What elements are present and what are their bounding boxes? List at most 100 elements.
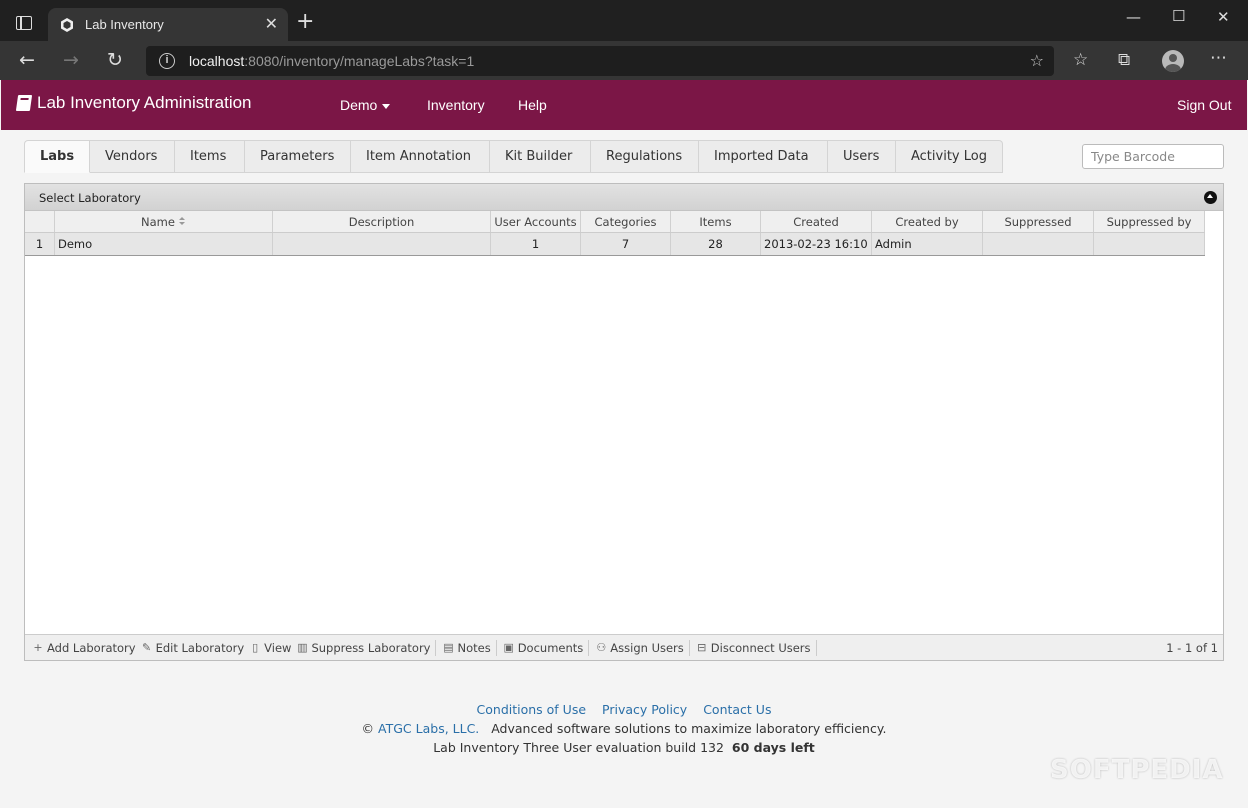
browser-tab-title: Lab Inventory [85, 17, 164, 32]
new-tab-icon[interactable]: + [296, 11, 314, 33]
window-close-icon[interactable]: ✕ [1217, 8, 1230, 26]
cell-user-accounts: 1 [491, 233, 581, 255]
copyright-symbol: © [361, 721, 375, 736]
tab-close-icon[interactable]: ✕ [265, 14, 278, 33]
collections-icon[interactable]: ⧉ [1118, 50, 1130, 70]
pager-info: 1 - 1 of 1 [1166, 641, 1218, 655]
site-info-icon[interactable]: i [159, 53, 175, 69]
refresh-icon[interactable]: ↻ [107, 49, 123, 71]
column-header-suppressed-by[interactable]: Suppressed by [1094, 211, 1205, 232]
notes-button[interactable]: ▤ Notes [442, 641, 490, 655]
tab-labs[interactable]: Labs [24, 140, 90, 173]
column-header-user-accounts[interactable]: User Accounts [491, 211, 581, 232]
caret-down-icon [382, 103, 391, 109]
maximize-icon[interactable]: ☐ [1172, 7, 1185, 25]
app-header: Lab Inventory Administration Demo Invent… [1, 80, 1247, 130]
browser-tab-active[interactable]: Lab Inventory ✕ [48, 8, 288, 41]
company-link[interactable]: ATGC Labs, LLC. [378, 721, 479, 736]
tab-vendors[interactable]: Vendors [90, 140, 175, 173]
conditions-link[interactable]: Conditions of Use [477, 702, 587, 717]
footer-tagline: Advanced software solutions to maximize … [491, 721, 887, 736]
tab-parameters[interactable]: Parameters [245, 140, 351, 173]
cell-items: 28 [671, 233, 761, 255]
nav-help[interactable]: Help [518, 97, 547, 113]
suppress-laboratory-button[interactable]: ▥ Suppress Laboratory [296, 641, 430, 655]
days-left: 60 days left [731, 740, 815, 755]
user-icon: ⚇ [596, 641, 607, 654]
sort-icon [178, 217, 186, 226]
page-footer: Conditions of Use Privacy Policy Contact… [0, 700, 1248, 757]
cell-categories: 7 [581, 233, 671, 255]
lab-select-dropdown[interactable]: Demo [340, 97, 391, 113]
tab-items[interactable]: Items [175, 140, 245, 173]
favorites-icon[interactable]: ☆ [1073, 50, 1088, 70]
app-brand[interactable]: Lab Inventory Administration [15, 93, 252, 113]
tab-imported-data[interactable]: Imported Data [699, 140, 828, 173]
forward-icon[interactable]: → [63, 49, 79, 71]
grid-caption-title: Select Laboratory [39, 191, 141, 205]
column-header-categories[interactable]: Categories [581, 211, 671, 232]
trash-icon: ▥ [297, 641, 308, 654]
cell-created: 2013-02-23 16:10 [761, 233, 872, 255]
row-number: 1 [25, 233, 55, 255]
cell-suppressed [983, 233, 1094, 255]
edit-laboratory-button[interactable]: ✎ Edit Laboratory [141, 641, 244, 655]
disconnect-users-button[interactable]: ⊟ Disconnect Users [696, 641, 810, 655]
plus-icon: + [33, 641, 43, 654]
tab-actions-icon[interactable] [16, 16, 32, 30]
image-icon: ▣ [503, 641, 514, 654]
url-text[interactable]: localhost:8080/inventory/manageLabs?task… [189, 53, 474, 69]
document-icon: ▯ [252, 641, 259, 654]
cell-name: Demo [55, 233, 273, 255]
grid-pager: + Add Laboratory ✎ Edit Laboratory ▯ View ▥… [25, 634, 1223, 660]
cell-created-by: Admin [872, 233, 983, 255]
column-header-description[interactable]: Description [273, 211, 491, 232]
pager-separator [588, 639, 590, 656]
privacy-link[interactable]: Privacy Policy [602, 702, 687, 717]
cell-description [273, 233, 491, 255]
table-row[interactable]: 1 Demo 1 7 28 2013-02-23 16:10 Admin [25, 233, 1205, 256]
book-icon [15, 95, 33, 111]
browser-titlebar: Lab Inventory ✕ + — ☐ ✕ [0, 0, 1248, 41]
tab-users[interactable]: Users [828, 140, 896, 173]
pencil-icon: ✎ [141, 641, 152, 654]
minimize-icon[interactable]: — [1126, 8, 1141, 26]
tab-item-annotation[interactable]: Item Annotation [351, 140, 490, 173]
grid-caption: Select Laboratory [25, 184, 1223, 211]
more-menu-icon[interactable]: ⋯ [1210, 48, 1227, 68]
documents-button[interactable]: ▣ Documents [503, 641, 584, 655]
contact-link[interactable]: Contact Us [703, 702, 771, 717]
tab-regulations[interactable]: Regulations [591, 140, 699, 173]
back-icon[interactable]: ← [19, 49, 35, 71]
app-brand-title: Lab Inventory Administration [37, 93, 252, 112]
sign-out-link[interactable]: Sign Out [1177, 97, 1231, 113]
browser-toolbar: ← → ↻ i localhost:8080/inventory/manageL… [0, 41, 1248, 80]
main-tabs: Labs Vendors Items Parameters Item Annot… [24, 140, 1003, 173]
column-header-rownum [25, 211, 55, 232]
assign-users-button[interactable]: ⚇ Assign Users [595, 641, 683, 655]
column-header-suppressed[interactable]: Suppressed [983, 211, 1094, 232]
favicon-icon [61, 18, 73, 32]
add-favorite-icon[interactable]: ☆ [1030, 51, 1044, 70]
profile-avatar[interactable] [1162, 50, 1184, 72]
pager-separator [688, 639, 690, 656]
column-header-name[interactable]: Name [55, 211, 273, 232]
barcode-input[interactable] [1082, 144, 1224, 169]
nav-inventory[interactable]: Inventory [427, 97, 485, 113]
column-header-created-by[interactable]: Created by [872, 211, 983, 232]
grid-header: Name Description User Accounts Categorie… [25, 211, 1205, 233]
column-header-created[interactable]: Created [761, 211, 872, 232]
add-laboratory-button[interactable]: + Add Laboratory [32, 641, 135, 655]
collapse-icon[interactable] [1204, 191, 1217, 204]
tab-kit-builder[interactable]: Kit Builder [490, 140, 591, 173]
pager-separator [815, 639, 817, 656]
address-bar[interactable]: i localhost:8080/inventory/manageLabs?ta… [146, 46, 1054, 76]
softpedia-watermark: SOFTPEDIA [1050, 755, 1224, 785]
column-header-items[interactable]: Items [671, 211, 761, 232]
notes-icon: ▤ [443, 641, 454, 654]
pager-separator [435, 639, 437, 656]
tab-activity-log[interactable]: Activity Log [896, 140, 1003, 173]
view-button[interactable]: ▯ View [249, 641, 291, 655]
footer-links: Conditions of Use Privacy Policy Contact… [0, 700, 1248, 719]
pager-separator [495, 639, 497, 656]
